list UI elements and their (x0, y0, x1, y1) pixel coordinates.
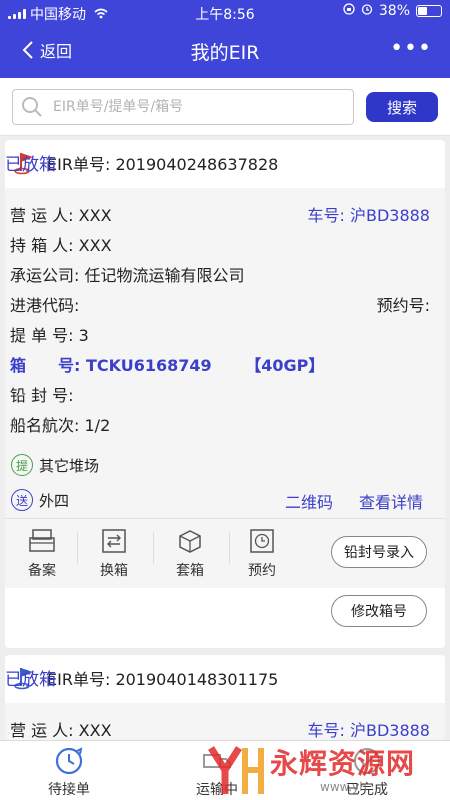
carrier-value: 任记物流运输有限公司 (84, 266, 245, 285)
operator-row: 营 运 人: XXX 车号: 沪BD3888 (10, 717, 430, 740)
qr-code-link[interactable]: 二维码 (285, 489, 333, 513)
operator-value: XXX (78, 721, 112, 740)
search-bar: 搜索 (0, 78, 450, 136)
page-title: 我的EIR (190, 42, 260, 64)
operator-row: 营 运 人: XXX 车号: 沪BD3888 (10, 202, 430, 226)
container-value: TCKU6168749 (85, 356, 212, 375)
card-details: 营 运 人: XXX 车号: 沪BD3888 持 箱 人: XXX 承运公司: … (5, 188, 445, 588)
filing-label: 备案 (28, 563, 56, 579)
tab-label: 待接单 (48, 782, 90, 798)
action-separator (77, 532, 78, 564)
card-details: 营 运 人: XXX 车号: 沪BD3888 (5, 703, 445, 740)
plate-label: 车号: (307, 721, 345, 740)
rotation-lock-icon (343, 3, 355, 19)
plate-info: 车号: 沪BD3888 (307, 717, 430, 740)
clock-icon (250, 529, 274, 553)
seal-label: 铅 封 号: (10, 386, 74, 405)
search-box[interactable] (12, 89, 354, 125)
swap-label: 换箱 (100, 563, 128, 579)
holder-label: 持 箱 人: (10, 236, 74, 255)
port-code-label: 进港代码: (10, 296, 80, 315)
watermark-url: www.yh (320, 780, 367, 794)
status-badge: 已放箱 (5, 670, 56, 690)
delivery-row: 送 外四 (11, 489, 69, 511)
seal-entry-button[interactable]: 铅封号录入 (331, 536, 427, 568)
delivery-place: 外四 (39, 491, 70, 510)
vessel-value: 1/2 (84, 416, 111, 435)
alarm-icon (361, 3, 373, 19)
refresh-clock-icon (55, 747, 83, 775)
box-icon (179, 530, 201, 553)
appointment-label: 预约 (248, 563, 276, 579)
divider (5, 518, 445, 519)
search-button[interactable]: 搜索 (366, 92, 438, 122)
operator-label: 营 运 人: (10, 206, 74, 225)
card-header: EIR单号: 2019040248637828 已放箱 (5, 140, 445, 184)
swap-icon (102, 529, 126, 553)
view-details-link[interactable]: 查看详情 (359, 489, 423, 513)
edit-container-button[interactable]: 修改箱号 (331, 595, 427, 627)
bl-value: 3 (78, 326, 89, 345)
card-header: EIR单号: 2019040148301175 已放箱 (5, 655, 445, 699)
watermark: 永辉资源网 www.yh (200, 740, 450, 800)
set-box-label: 套箱 (176, 563, 204, 579)
carrier-row: 承运公司: 任记物流运输有限公司 (10, 262, 430, 286)
swap-container-action[interactable]: 换箱 (89, 528, 139, 580)
eir-card[interactable]: EIR单号: 2019040248637828 已放箱 营 运 人: XXX 车… (5, 140, 445, 648)
eir-card[interactable]: EIR单号: 2019040148301175 已放箱 营 运 人: XXX 车… (5, 655, 445, 740)
plate-label: 车号: (307, 206, 345, 225)
seal-row: 铅 封 号: (10, 382, 430, 406)
pickup-row: 提 其它堆场 (11, 454, 99, 476)
container-row: 箱 号: TCKU6168749 【40GP】 (10, 352, 430, 376)
vessel-row: 船名航次: 1/2 (10, 412, 430, 436)
set-box-action[interactable]: 套箱 (165, 528, 215, 580)
app-header: 中国移动 上午8:56 38% 返回 我的EIR ••• (0, 0, 450, 78)
status-bar: 中国移动 上午8:56 38% (0, 0, 450, 26)
container-type: 【40GP】 (245, 356, 325, 375)
vessel-label: 船名航次: (10, 416, 80, 435)
action-separator (229, 532, 230, 564)
bl-row: 提 单 号: 3 (10, 322, 430, 346)
port-code-row: 进港代码: 预约号: (10, 292, 430, 316)
holder-value: XXX (78, 236, 112, 255)
plate-value: 沪BD3888 (349, 206, 430, 225)
operator-label: 营 运 人: (10, 721, 74, 740)
holder-row: 持 箱 人: XXX (10, 232, 430, 256)
watermark-logo (208, 746, 264, 794)
operator-value: XXX (78, 206, 112, 225)
action-separator (153, 532, 154, 564)
delivery-badge: 送 (11, 489, 33, 511)
plate-value: 沪BD3888 (349, 721, 430, 740)
container-label: 箱 号: (10, 356, 81, 375)
search-icon (22, 97, 42, 117)
watermark-brand: 永辉资源网 (270, 747, 416, 780)
appointment-action[interactable]: 预约 (237, 528, 287, 580)
battery-percent: 38% (378, 3, 410, 19)
carrier-label: 承运公司: (10, 266, 80, 285)
filing-action[interactable]: 备案 (17, 528, 67, 580)
plate-info: 车号: 沪BD3888 (307, 202, 430, 226)
pickup-badge: 提 (11, 454, 33, 476)
filing-icon (29, 529, 55, 552)
more-menu-button[interactable]: ••• (390, 36, 432, 61)
pickup-yard: 其它堆场 (39, 456, 100, 475)
nav-bar: 返回 我的EIR ••• (0, 26, 450, 78)
status-right: 38% (343, 3, 442, 19)
status-badge: 已放箱 (5, 155, 56, 175)
search-input[interactable] (53, 99, 333, 115)
tab-pending[interactable]: 待接单 (48, 745, 90, 799)
appointment-label: 预约号: (376, 296, 430, 315)
bl-label: 提 单 号: (10, 326, 74, 345)
battery-icon (416, 5, 442, 17)
